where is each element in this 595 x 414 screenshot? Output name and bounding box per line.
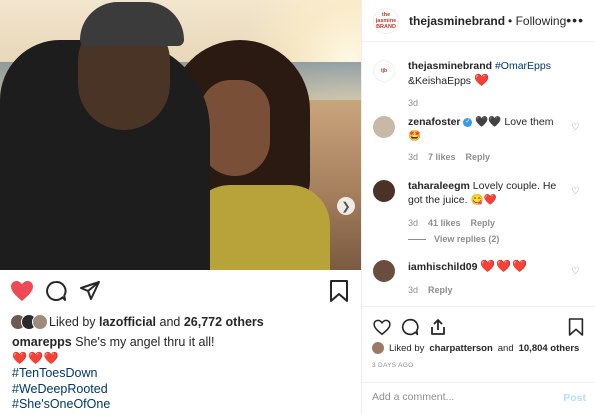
post-header: the jasmine BRAND thejasminebrand • Foll… xyxy=(362,0,595,42)
post-action-bar xyxy=(0,272,361,308)
save-bookmark-icon[interactable] xyxy=(566,317,586,337)
comment-avatar[interactable] xyxy=(373,180,395,202)
comment-text: iamhischild09 ❤️❤️❤️ xyxy=(408,259,568,275)
comment-like-heart-icon[interactable]: ♡ xyxy=(571,122,580,133)
liked-by-prefix: Liked by xyxy=(389,342,425,354)
like-heart-outline-icon[interactable] xyxy=(372,317,392,337)
liked-by-user-link[interactable]: lazofficial xyxy=(99,315,156,329)
comment-reply-link[interactable]: Reply xyxy=(428,285,453,295)
comment-time: 3d xyxy=(408,218,419,228)
account-logo-avatar[interactable]: the jasmine BRAND xyxy=(373,7,399,34)
photo-man-cap xyxy=(80,2,184,46)
post-timestamp[interactable]: 3 DAYS AGO xyxy=(372,362,414,369)
caption-hashtag-link[interactable]: #TenToesDown xyxy=(12,366,215,382)
add-comment-bar: Post xyxy=(362,382,595,414)
comment-username-link[interactable]: zenafoster xyxy=(408,116,461,128)
more-dots-icon[interactable]: ••• xyxy=(566,12,584,28)
following-status[interactable]: • Following xyxy=(508,14,566,28)
comment-bubble-icon[interactable] xyxy=(400,317,420,337)
caption-text: She's my angel thru it all! xyxy=(75,335,215,349)
verified-badge-icon: ✓ xyxy=(463,117,473,127)
caption-username-link[interactable]: omarepps xyxy=(12,335,72,349)
post-photo[interactable]: ❯ xyxy=(0,0,361,270)
comment-reply-link[interactable]: Reply xyxy=(471,218,496,228)
comment-likes-link[interactable]: 7 likes xyxy=(428,152,456,162)
header-username-link[interactable]: thejasminebrand xyxy=(409,14,505,28)
comment-body: ❤️❤️❤️ xyxy=(480,259,529,273)
view-replies-label: View replies (2) xyxy=(434,234,500,244)
post-comment-button[interactable]: Post xyxy=(563,392,586,404)
comment-like-heart-icon[interactable]: ♡ xyxy=(571,186,580,197)
liked-by-user-link[interactable]: charpatterson xyxy=(429,343,492,354)
photo-woman-sweater xyxy=(190,185,330,270)
post-right-column: the jasmine BRAND thejasminebrand • Foll… xyxy=(361,0,595,414)
caption-hearts: ❤️❤️❤️ xyxy=(12,350,60,365)
comment-time: 3d xyxy=(408,152,419,162)
comment-hashtag-link[interactable]: #OmarEpps xyxy=(495,60,551,72)
liked-by-prefix: Liked by xyxy=(49,315,96,329)
add-comment-input[interactable] xyxy=(372,391,542,403)
side-action-bar xyxy=(370,316,590,338)
post-left-column: ❯ Liked by lazofficial and 26,772 others… xyxy=(0,0,361,414)
share-upload-icon[interactable] xyxy=(428,317,448,337)
side-likes-summary: Liked by charpatterson and 10,804 others xyxy=(372,342,579,354)
caption-hashtag-link[interactable]: #She'sOneOfOne xyxy=(12,397,215,413)
comment-time: 3d xyxy=(408,285,419,295)
side-action-section: Liked by charpatterson and 10,804 others… xyxy=(362,306,595,414)
liked-by-and: and xyxy=(497,342,514,354)
comment-text: taharaleegm Lovely couple. He got the ju… xyxy=(408,180,568,207)
liker-avatar xyxy=(372,342,384,354)
view-replies-link[interactable]: View replies (2) xyxy=(408,234,499,244)
liker-avatar xyxy=(32,314,48,330)
next-photo-arrow-icon[interactable]: ❯ xyxy=(337,197,355,215)
likes-count-link[interactable]: 26,772 others xyxy=(184,315,264,329)
comment-time: 3d xyxy=(408,98,419,108)
comment-body: &KeishaEpps xyxy=(408,74,472,87)
comment-bubble-icon[interactable] xyxy=(43,278,69,304)
photo-woman-face xyxy=(200,80,270,176)
comment-emoji: ❤️ xyxy=(473,72,490,87)
comment-like-heart-icon[interactable]: ♡ xyxy=(571,266,580,277)
comment-meta: 3d xyxy=(408,98,418,108)
comment-meta: 3d Reply xyxy=(408,285,453,295)
comment-meta: 3d 41 likes Reply xyxy=(408,218,495,228)
view-replies-line xyxy=(408,238,426,240)
comment-username-link[interactable]: taharaleegm xyxy=(408,180,470,192)
comment-username-link[interactable]: iamhischild09 xyxy=(408,261,477,273)
share-paper-plane-icon[interactable] xyxy=(77,278,103,304)
post-likes-summary: Liked by lazofficial and 26,772 others xyxy=(10,313,264,331)
caption-hashtag-link[interactable]: #WeDeepRooted xyxy=(12,382,215,398)
comment-text: thejasminebrand #OmarEpps &KeishaEpps ❤️ xyxy=(408,60,568,88)
liker-avatars xyxy=(10,314,48,330)
comment-reply-link[interactable]: Reply xyxy=(466,152,491,162)
comment-meta: 3d 7 likes Reply xyxy=(408,152,490,162)
likes-count-link[interactable]: 10,804 others xyxy=(519,343,580,354)
logo-text: the jasmine BRAND xyxy=(375,11,397,30)
comment-text: zenafoster ✓ 🖤🖤 Love them 🤩 xyxy=(408,116,568,143)
comment-avatar[interactable]: tjb xyxy=(373,60,395,82)
post-caption: omarepps She's my angel thru it all! ❤️❤… xyxy=(12,335,215,413)
save-bookmark-icon[interactable] xyxy=(326,278,352,304)
comment-username-link[interactable]: thejasminebrand xyxy=(408,60,492,72)
comment-likes-link[interactable]: 41 likes xyxy=(428,218,461,228)
like-heart-icon[interactable] xyxy=(9,278,35,304)
comment-avatar[interactable] xyxy=(373,116,395,138)
comment-avatar[interactable] xyxy=(373,260,395,282)
liked-by-and: and xyxy=(159,315,181,329)
instagram-post-view: ❯ Liked by lazofficial and 26,772 others… xyxy=(0,0,595,414)
